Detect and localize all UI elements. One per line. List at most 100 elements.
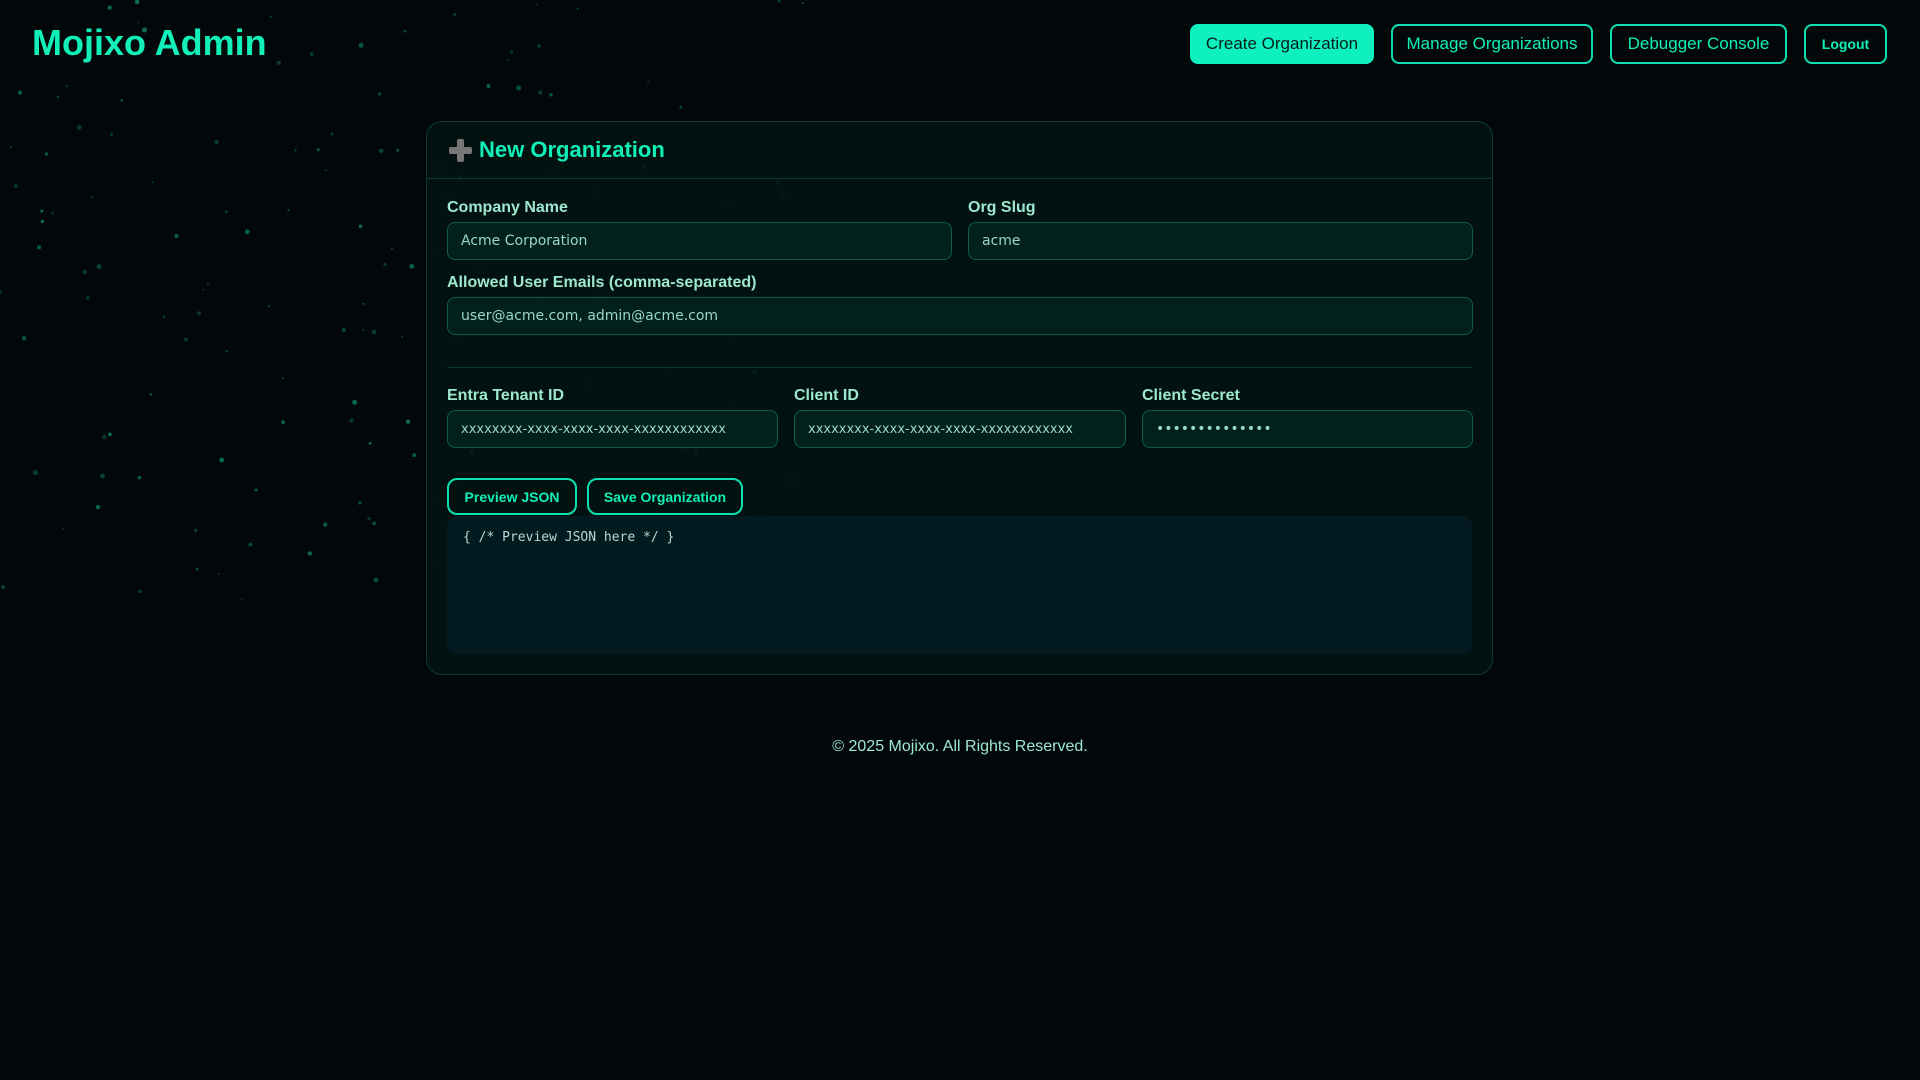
- particle: [225, 210, 228, 213]
- particle: [396, 148, 400, 152]
- particle: [371, 329, 377, 335]
- particle: [409, 264, 415, 269]
- particle: [244, 229, 250, 235]
- particle: [138, 589, 142, 593]
- particle: [341, 328, 346, 333]
- particle: [17, 90, 23, 95]
- particle: [240, 598, 243, 600]
- particle: [183, 337, 188, 342]
- particle: [214, 139, 219, 145]
- particle: [65, 85, 69, 88]
- particle: [401, 335, 404, 338]
- particle: [801, 2, 804, 5]
- particle: [368, 441, 372, 445]
- save-organization-button[interactable]: Save Organization: [587, 478, 743, 515]
- particle: [82, 269, 87, 275]
- particle: [362, 328, 365, 331]
- particle: [149, 393, 153, 396]
- particle: [194, 528, 198, 533]
- particle: [507, 58, 510, 61]
- particle: [162, 315, 166, 318]
- org-slug-input[interactable]: acme: [968, 222, 1473, 260]
- company-name-input[interactable]: Acme Corporation: [447, 222, 952, 260]
- emails-label: Allowed User Emails (comma-separated): [447, 274, 757, 291]
- particle: [197, 311, 201, 315]
- particle: [225, 350, 228, 353]
- particle: [287, 209, 290, 211]
- manage-organizations-button[interactable]: Manage Organizations: [1391, 24, 1593, 64]
- particle: [137, 475, 142, 480]
- particle: [248, 542, 253, 547]
- emails-input[interactable]: user@acme.com, admin@acme.com: [447, 297, 1473, 335]
- particle: [412, 453, 416, 457]
- preview-json-button[interactable]: Preview JSON: [447, 478, 577, 515]
- particle: [453, 13, 457, 16]
- particle: [777, 0, 781, 3]
- card-header: New Organization: [427, 122, 1492, 179]
- card-title: New Organization: [479, 137, 665, 162]
- particle: [391, 247, 393, 250]
- particle: [323, 522, 328, 527]
- particle: [120, 99, 124, 102]
- particle: [109, 132, 114, 136]
- particle: [270, 15, 272, 18]
- logout-button[interactable]: Logout: [1804, 24, 1887, 64]
- particle: [202, 288, 205, 291]
- particle: [40, 219, 45, 224]
- particle: [535, 3, 538, 6]
- particle: [372, 521, 376, 526]
- particle: [405, 419, 411, 424]
- particle: [276, 60, 281, 65]
- particle: [32, 469, 38, 476]
- particle: [91, 195, 94, 198]
- tenant-id-input[interactable]: xxxxxxxx-xxxx-xxxx-xxxx-xxxxxxxxxxxx: [447, 410, 778, 448]
- particle: [96, 264, 102, 270]
- particle: [516, 85, 522, 91]
- particle: [37, 245, 42, 250]
- particle: [0, 290, 2, 294]
- particle: [51, 212, 54, 215]
- company-name-label: Company Name: [447, 199, 568, 216]
- particle: [537, 44, 541, 48]
- particle: [195, 567, 199, 571]
- particle: [379, 148, 384, 154]
- particle: [510, 50, 514, 54]
- particle: [77, 125, 82, 130]
- particle: [679, 105, 683, 109]
- particle: [56, 95, 59, 98]
- client-secret-input[interactable]: ••••••••••••••: [1142, 410, 1473, 448]
- particle: [134, 0, 140, 5]
- particle: [358, 224, 363, 229]
- particle: [217, 573, 220, 575]
- client-id-label: Client ID: [794, 387, 859, 404]
- client-id-input[interactable]: xxxxxxxx-xxxx-xxxx-xxxx-xxxxxxxxxxxx: [794, 410, 1126, 448]
- particle: [316, 148, 320, 152]
- particle: [377, 92, 382, 96]
- particle: [325, 169, 327, 172]
- tenant-id-label: Entra Tenant ID: [447, 387, 565, 404]
- particle: [95, 504, 101, 510]
- particle: [10, 146, 13, 149]
- divider: [447, 367, 1472, 368]
- particle: [549, 92, 553, 97]
- particle: [174, 234, 179, 239]
- particle: [358, 42, 364, 48]
- particle: [151, 181, 154, 184]
- org-slug-label: Org Slug: [968, 199, 1036, 216]
- particle: [102, 434, 107, 440]
- particle: [206, 283, 209, 286]
- debugger-console-button[interactable]: Debugger Console: [1610, 24, 1787, 64]
- client-secret-label: Client Secret: [1142, 387, 1240, 404]
- particle: [373, 577, 379, 583]
- particle: [383, 263, 387, 266]
- particle: [281, 420, 285, 425]
- plus-icon: [447, 137, 473, 163]
- particle: [219, 457, 225, 463]
- particle: [349, 418, 354, 423]
- particle: [330, 132, 334, 136]
- create-organization-button[interactable]: Create Organization: [1190, 24, 1374, 64]
- particle: [294, 149, 297, 152]
- particle: [576, 7, 579, 10]
- particle: [486, 83, 491, 89]
- particle: [403, 29, 407, 33]
